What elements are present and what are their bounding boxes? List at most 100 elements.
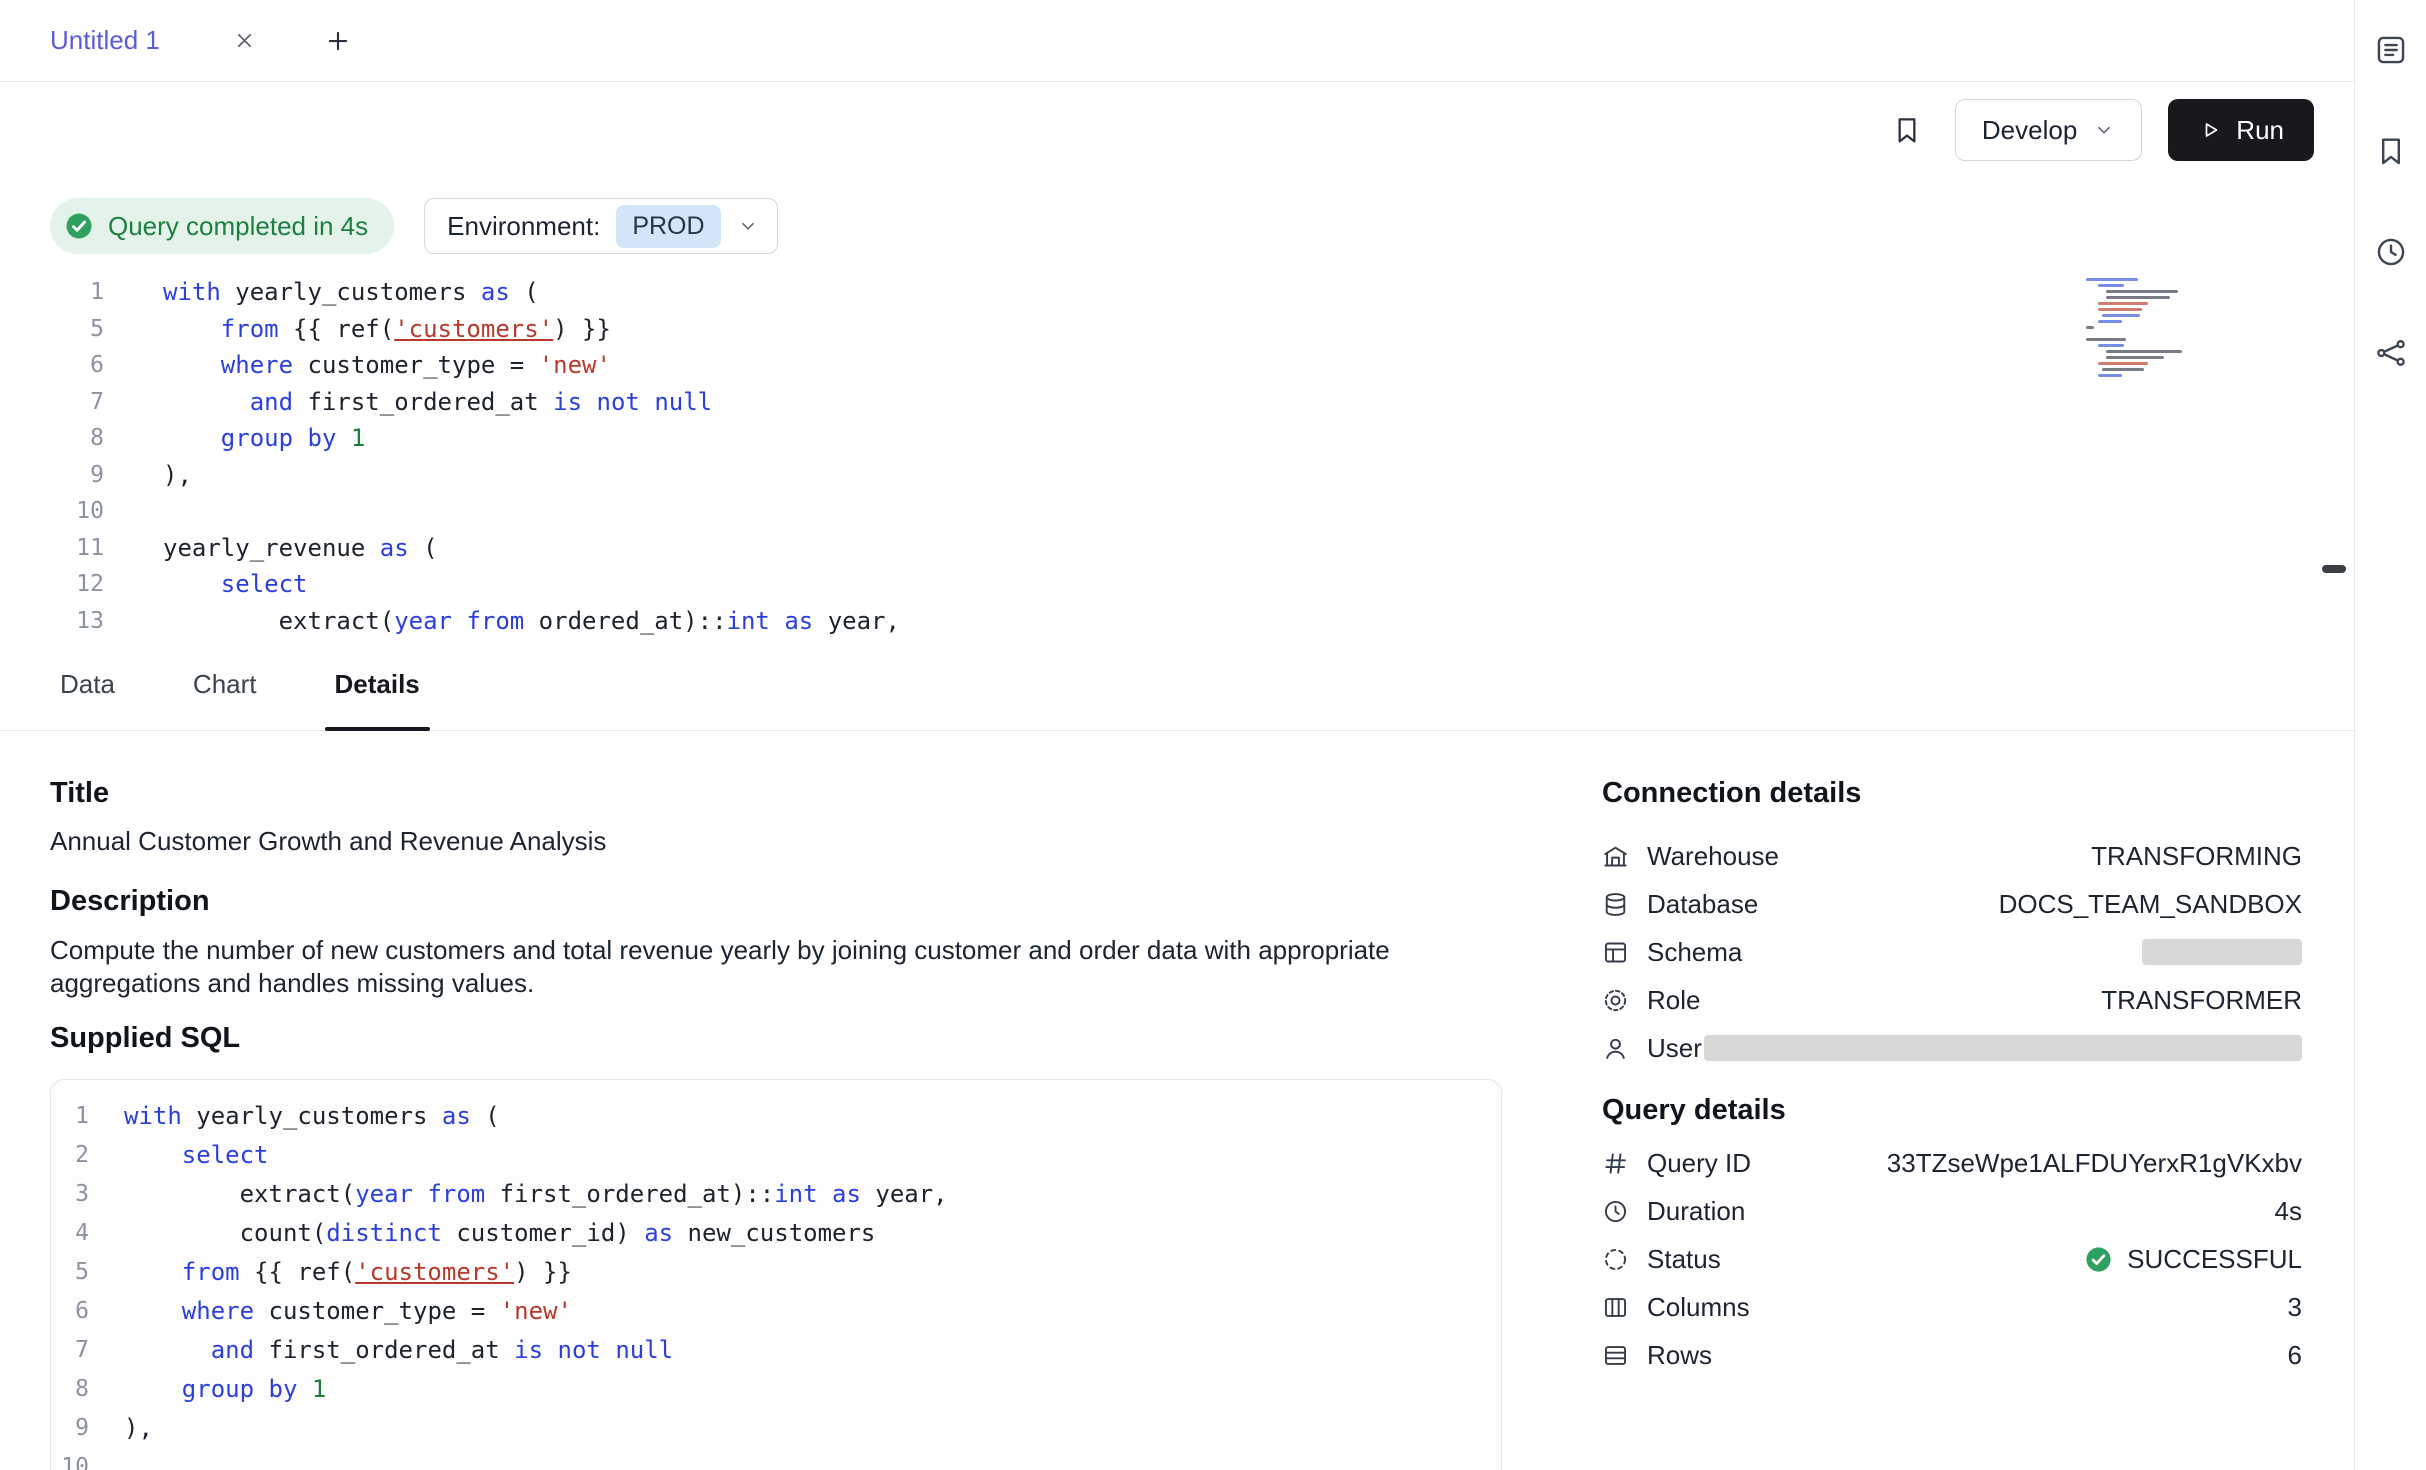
tab-bar: Untitled 1	[0, 0, 2354, 82]
query-status-pill: Query completed in 4s	[50, 198, 394, 254]
detail-value: TRANSFORMING	[2091, 841, 2302, 872]
detail-label: Rows	[1647, 1340, 1712, 1371]
result-tabs: Data Chart Details	[0, 639, 2354, 731]
editor-scrollbar-thumb[interactable]	[2322, 565, 2346, 573]
code-line: 7 and first_ordered_at is not null	[0, 384, 2354, 421]
detail-row-warehouse: Warehouse TRANSFORMING	[1602, 832, 2302, 880]
editor-lines: 1with yearly_customers as (5 from {{ ref…	[0, 274, 2354, 639]
code-text: group by 1	[89, 1375, 326, 1403]
code-text: and first_ordered_at is not null	[89, 1336, 673, 1364]
code-text: select	[104, 570, 308, 598]
line-number: 5	[0, 316, 104, 342]
new-tab-button[interactable]	[323, 26, 353, 56]
chevron-down-icon	[737, 215, 759, 237]
code-line: 5 from {{ ref('customers') }}	[0, 311, 2354, 348]
user-icon	[1602, 1035, 1629, 1062]
code-line: 6 where customer_type = 'new'	[0, 347, 2354, 384]
code-line: 8 group by 1	[0, 420, 2354, 457]
line-number: 6	[0, 352, 104, 378]
code-text: select	[89, 1141, 269, 1169]
line-number: 10	[51, 1454, 89, 1470]
query-title: Annual Customer Growth and Revenue Analy…	[50, 826, 1502, 857]
sql-editor[interactable]: 1with yearly_customers as (5 from {{ ref…	[0, 270, 2354, 639]
run-button[interactable]: Run	[2168, 99, 2314, 161]
code-text: from {{ ref('customers') }}	[104, 315, 611, 343]
outline-icon[interactable]	[2371, 30, 2411, 70]
code-text: count(distinct customer_id) as new_custo…	[89, 1219, 875, 1247]
line-number: 1	[0, 279, 104, 305]
supplied-sql-block: 1with yearly_customers as (2 select3 ext…	[50, 1079, 1502, 1470]
details-right-column: Connection details WarehouseTRANSFORMING…	[1502, 731, 2354, 1470]
code-text: where customer_type = 'new'	[104, 351, 611, 379]
environment-label: Environment:	[447, 211, 600, 242]
line-number: 1	[51, 1103, 89, 1129]
line-number: 2	[51, 1142, 89, 1168]
code-line: 2 select	[51, 1135, 1501, 1174]
line-number: 5	[51, 1259, 89, 1285]
line-number: 9	[51, 1415, 89, 1441]
line-number: 12	[0, 571, 104, 597]
query-details-rows: Query ID33TZseWpe1ALFDUYerxR1gVKxbvDurat…	[1602, 1139, 2302, 1379]
line-number: 3	[51, 1181, 89, 1207]
main-column: Untitled 1 Develop Run Query completed i…	[0, 0, 2354, 1470]
history-icon[interactable]	[2371, 232, 2411, 272]
description-heading: Description	[50, 885, 1502, 918]
details-left-column: Title Annual Customer Growth and Revenue…	[0, 731, 1502, 1470]
redacted-value	[1704, 1035, 2302, 1061]
code-text: ),	[89, 1414, 153, 1442]
code-line: 1with yearly_customers as (	[51, 1096, 1501, 1135]
detail-row-user: User	[1602, 1024, 2302, 1072]
detail-value: 33TZseWpe1ALFDUYerxR1gVKxbv	[1887, 1148, 2302, 1179]
code-line: 7 and first_ordered_at is not null	[51, 1330, 1501, 1369]
line-number: 7	[0, 389, 104, 415]
schema-icon	[1602, 939, 1629, 966]
line-number: 6	[51, 1298, 89, 1324]
lineage-icon[interactable]	[2371, 333, 2411, 373]
code-text: extract(year from ordered_at)::int as ye…	[104, 607, 900, 635]
detail-value	[2142, 939, 2302, 965]
detail-label: Warehouse	[1647, 841, 1779, 872]
chevron-down-icon	[2093, 119, 2115, 141]
line-number: 7	[51, 1337, 89, 1363]
code-text: group by 1	[104, 424, 365, 452]
toolbar: Develop Run	[0, 82, 2354, 178]
code-line: 9),	[51, 1408, 1501, 1447]
code-line: 12 select	[0, 566, 2354, 603]
bookmark-icon[interactable]	[2371, 131, 2411, 171]
code-text: with yearly_customers as (	[104, 278, 539, 306]
code-line: 13 extract(year from ordered_at)::int as…	[0, 603, 2354, 640]
detail-row-query-id: Query ID 33TZseWpe1ALFDUYerxR1gVKxbv	[1602, 1139, 2302, 1187]
code-line: 4 count(distinct customer_id) as new_cus…	[51, 1213, 1501, 1252]
line-number: 8	[51, 1376, 89, 1402]
detail-label: User	[1647, 1033, 1702, 1064]
line-number: 9	[0, 462, 104, 488]
line-number: 4	[51, 1220, 89, 1246]
bookmark-button[interactable]	[1885, 108, 1929, 152]
code-line: 3 extract(year from first_ordered_at)::i…	[51, 1174, 1501, 1213]
close-tab-icon[interactable]	[232, 28, 257, 53]
code-text: from {{ ref('customers') }}	[89, 1258, 572, 1286]
detail-value: DOCS_TEAM_SANDBOX	[1999, 889, 2302, 920]
tab-details[interactable]: Details	[325, 639, 430, 730]
tab-data[interactable]: Data	[50, 639, 125, 730]
environment-selector[interactable]: Environment: PROD	[424, 198, 777, 254]
detail-label: Query ID	[1647, 1148, 1751, 1179]
code-text: where customer_type = 'new'	[89, 1297, 572, 1325]
detail-row-rows: Rows6	[1602, 1331, 2302, 1379]
redacted-value	[2142, 939, 2302, 965]
develop-dropdown[interactable]: Develop	[1955, 99, 2142, 161]
editor-minimap	[2086, 278, 2226, 377]
detail-value: SUCCESSFUL	[2084, 1244, 2302, 1275]
database-icon	[1602, 891, 1629, 918]
code-line: 8 group by 1	[51, 1369, 1501, 1408]
code-line: 5 from {{ ref('customers') }}	[51, 1252, 1501, 1291]
columns-icon	[1602, 1294, 1629, 1321]
status-spinner-icon	[1602, 1246, 1629, 1273]
details-panel: Title Annual Customer Growth and Revenue…	[0, 731, 2354, 1470]
tab-chart[interactable]: Chart	[183, 639, 267, 730]
tab-untitled-1[interactable]: Untitled 1	[0, 0, 257, 81]
detail-value	[1704, 1035, 2302, 1061]
code-line: 11yearly_revenue as (	[0, 530, 2354, 567]
line-number: 13	[0, 608, 104, 634]
detail-label: Database	[1647, 889, 1758, 920]
